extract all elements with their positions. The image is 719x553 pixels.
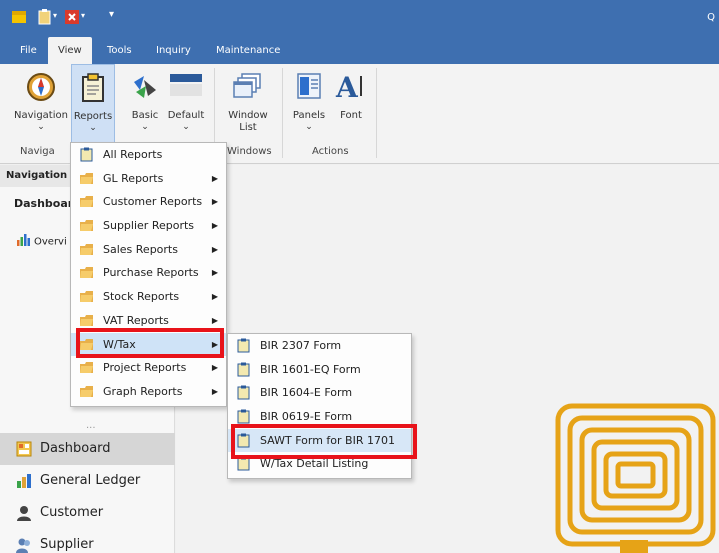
chevron-right-icon: ▶ [211, 173, 218, 183]
folder-icon [80, 291, 93, 303]
menu-item-sales-reports[interactable]: Sales Reports ▶ [71, 238, 226, 262]
chevron-right-icon: ▶ [211, 197, 218, 207]
report-icon [237, 338, 250, 353]
dashboard-section-title: Dashboar [14, 197, 74, 210]
chevron-down-icon: ⌄ [89, 123, 97, 133]
tab-inquiry[interactable]: Inquiry [146, 37, 201, 64]
chevron-right-icon: ▶ [211, 386, 218, 396]
ribbon-tabs: File View Tools Inquiry Maintenance [0, 37, 719, 64]
clipboard-icon[interactable] [36, 8, 54, 26]
tab-view[interactable]: View [48, 37, 92, 64]
ledger-icon [17, 474, 31, 488]
nav-item-supplier[interactable]: Supplier [0, 529, 175, 553]
chevron-down-icon: ⌄ [305, 122, 313, 132]
panels-icon [297, 73, 321, 99]
menu-item-gl-reports[interactable]: GL Reports ▶ [71, 167, 226, 191]
chevron-right-icon: ▶ [211, 363, 218, 373]
folder-icon [80, 220, 93, 232]
reports-button[interactable]: Reports ⌄ [71, 64, 115, 144]
chevron-down-icon: ⌄ [182, 122, 190, 132]
tab-tools[interactable]: Tools [97, 37, 142, 64]
chevron-down-icon: ⌄ [141, 122, 149, 132]
reports-menu: All Reports GL Reports ▶ Customer Reports… [70, 142, 227, 407]
menu-item-stock-reports[interactable]: Stock Reports ▶ [71, 285, 226, 309]
clipboard-icon [82, 73, 104, 102]
nav-item-customer[interactable]: Customer [0, 497, 175, 529]
window-title: Q [707, 12, 715, 23]
font-button[interactable]: A Font [334, 64, 368, 144]
close-app-icon[interactable] [63, 8, 81, 26]
chevron-right-icon: ▶ [211, 221, 218, 231]
menu-item-all-reports[interactable]: All Reports [71, 143, 226, 167]
title-bar: ▾ ▾ ▾ Q [0, 0, 719, 37]
font-icon: A [335, 72, 362, 100]
customize-toolbar-icon[interactable]: ▾ [109, 9, 114, 20]
highlight-box-wtax [76, 328, 224, 358]
group-separator [376, 68, 377, 158]
tab-file[interactable]: File [10, 37, 47, 64]
group-label-navigation: Naviga [20, 146, 55, 157]
default-button[interactable]: Default ⌄ [166, 64, 206, 144]
panels-button[interactable]: Panels ⌄ [290, 64, 328, 144]
basic-layout-icon [134, 76, 156, 98]
app-logo-icon [12, 11, 26, 23]
menu-item-project-reports[interactable]: Project Reports ▶ [71, 356, 226, 380]
svg-text:A: A [335, 72, 359, 100]
tab-maintenance[interactable]: Maintenance [206, 37, 290, 64]
chevron-right-icon: ▶ [211, 244, 218, 254]
menu-item-bir-1604-e[interactable]: BIR 1604-E Form [228, 381, 411, 405]
report-icon [237, 385, 250, 400]
window-list-icon [233, 73, 261, 98]
user-icon [17, 506, 31, 521]
group-separator [282, 68, 283, 158]
navigation-button[interactable]: Navigation ⌄ [12, 64, 70, 144]
supplier-icon [16, 538, 30, 553]
folder-icon [80, 196, 93, 208]
folder-icon [80, 172, 93, 184]
chevron-right-icon: ▶ [211, 268, 218, 278]
menu-item-purchase-reports[interactable]: Purchase Reports ▶ [71, 261, 226, 285]
folder-icon [80, 362, 93, 374]
menu-item-bir-2307[interactable]: BIR 2307 Form [228, 334, 411, 358]
menu-item-graph-reports[interactable]: Graph Reports ▶ [71, 380, 226, 404]
chevron-down-icon[interactable]: ▾ [53, 11, 57, 20]
spiral-logo-icon [555, 403, 716, 553]
chevron-right-icon: ▶ [211, 292, 218, 302]
highlight-box-sawt [231, 424, 417, 459]
menu-item-supplier-reports[interactable]: Supplier Reports ▶ [71, 214, 226, 238]
chevron-down-icon[interactable]: ▾ [81, 11, 85, 20]
group-label-actions: Actions [312, 146, 349, 157]
nav-item-dashboard[interactable]: Dashboard [0, 433, 175, 465]
group-label-windows: Windows [227, 146, 272, 157]
folder-icon [80, 267, 93, 279]
chevron-down-icon: ⌄ [37, 122, 45, 132]
menu-item-bir-1601-eq[interactable]: BIR 1601-EQ Form [228, 358, 411, 382]
folder-icon [80, 385, 93, 397]
basic-button[interactable]: Basic ⌄ [127, 64, 163, 144]
default-layout-icon [170, 74, 202, 96]
report-icon [80, 147, 93, 162]
compass-icon [27, 73, 55, 101]
report-icon [237, 409, 250, 424]
folder-icon [80, 314, 93, 326]
bar-chart-icon [16, 234, 30, 249]
folder-icon [80, 243, 93, 255]
overview-link[interactable]: Overvi [16, 234, 67, 249]
dashboard-icon [16, 441, 32, 457]
report-icon [237, 362, 250, 377]
window-list-button[interactable]: Window List [222, 64, 274, 144]
nav-item-general-ledger[interactable]: General Ledger [0, 465, 175, 497]
splitter-grip[interactable]: ... [86, 420, 96, 431]
menu-item-customer-reports[interactable]: Customer Reports ▶ [71, 190, 226, 214]
